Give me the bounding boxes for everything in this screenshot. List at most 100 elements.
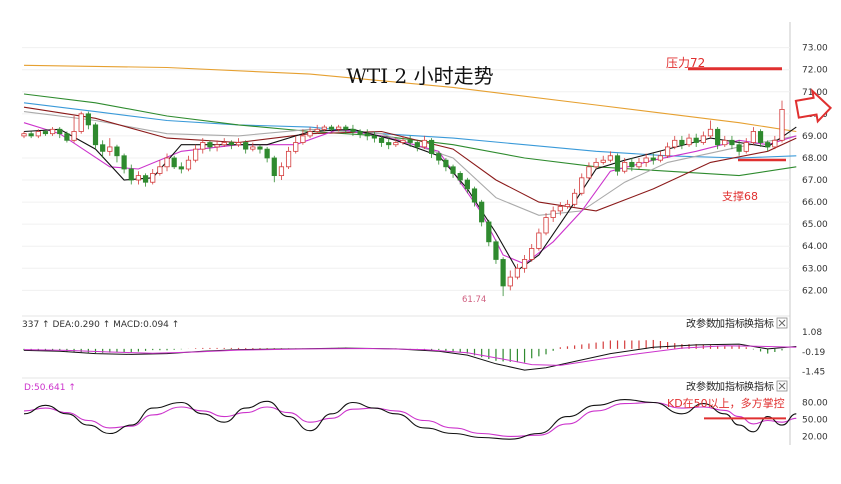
candle	[429, 138, 435, 158]
candle	[421, 135, 428, 150]
kd-y-tick-label: 50.00	[802, 415, 828, 425]
wti-chart: 73.0072.0071.0070.0069.0068.0067.0066.00…	[21, 22, 833, 445]
candle	[386, 138, 392, 150]
support-label: 支撑68	[722, 189, 758, 203]
candle	[521, 255, 528, 273]
candle	[178, 162, 184, 174]
candle	[564, 199, 571, 209]
candle	[28, 131, 34, 139]
candle	[214, 140, 220, 152]
candle	[293, 135, 299, 154]
candle	[436, 151, 442, 165]
candle	[21, 131, 27, 139]
candle	[700, 131, 706, 145]
y-tick-label: 65.00	[802, 220, 828, 230]
candle	[543, 213, 549, 236]
candle	[743, 138, 749, 154]
macd-histogram	[23, 339, 783, 363]
candle	[193, 144, 199, 163]
candle	[572, 188, 578, 207]
kd-y-tick-label: 80.00	[802, 398, 828, 408]
candle	[722, 135, 728, 147]
macd-y-tick-label: 1.08	[802, 328, 822, 338]
kd-annotation: KD在50以上，多方掌控	[667, 396, 785, 410]
ma-line-6	[23, 126, 797, 272]
candle	[157, 160, 163, 176]
candle	[779, 100, 785, 143]
macd-add-indicator-button[interactable]: 加指标	[715, 317, 745, 330]
y-tick-label: 72.00	[802, 66, 828, 76]
candle	[536, 228, 542, 251]
candle	[278, 162, 285, 181]
candle	[142, 173, 149, 187]
candle	[307, 127, 313, 139]
candle	[221, 138, 227, 147]
y-tick-label: 64.00	[802, 242, 828, 252]
macd-switch-indicator-button[interactable]: 换指标	[744, 317, 774, 330]
candle	[514, 263, 521, 280]
candle	[264, 146, 270, 163]
macd-y-axis: 1.08 -0.19 -1.45	[802, 328, 826, 378]
macd-close-icon[interactable]	[776, 317, 788, 329]
candle	[107, 138, 113, 156]
candle	[250, 142, 256, 152]
candle	[507, 270, 513, 291]
ma-line-2	[23, 93, 797, 177]
candle	[50, 127, 56, 136]
candle	[707, 120, 714, 139]
kd-switch-indicator-button[interactable]: 换指标	[744, 380, 774, 393]
candle	[92, 122, 99, 150]
candle	[493, 239, 499, 264]
macd-dea-line	[23, 345, 797, 366]
macd-y-tick-label: -0.19	[802, 348, 826, 358]
kd-y-tick-label: 20.00	[802, 432, 828, 442]
candle	[657, 151, 664, 163]
candle	[586, 162, 592, 181]
candle	[135, 171, 142, 185]
chart-title: WTI 2 小时走势	[346, 64, 493, 88]
candle	[679, 135, 685, 150]
candle	[364, 129, 370, 141]
candle	[285, 146, 292, 169]
y-tick-label: 67.00	[802, 176, 828, 186]
y-tick-label: 66.00	[802, 198, 828, 208]
candle	[614, 153, 621, 176]
candle	[414, 140, 420, 152]
candle	[579, 173, 585, 196]
candle	[443, 157, 449, 172]
kd-add-indicator-button[interactable]: 加指标	[715, 380, 745, 393]
candle	[78, 111, 84, 134]
macd-header: 337 ↑ DEA:0.290 ↑ MACD:0.094 ↑	[22, 320, 179, 330]
candle	[128, 164, 134, 185]
candle	[672, 135, 678, 150]
candle	[450, 164, 456, 178]
candle	[550, 206, 556, 222]
candle	[114, 144, 120, 163]
candle	[171, 155, 177, 169]
candle	[121, 153, 127, 174]
candle	[271, 155, 277, 183]
y-tick-label: 69.00	[802, 132, 828, 142]
candle	[486, 219, 492, 247]
candle	[150, 169, 156, 185]
candle	[64, 131, 70, 143]
ma-line-3	[23, 111, 797, 216]
candle	[57, 127, 63, 139]
y-tick-label: 63.00	[802, 264, 828, 274]
y-tick-label: 62.00	[802, 286, 828, 296]
macd-y-tick-label: -1.45	[802, 368, 825, 378]
candle	[479, 199, 485, 227]
ma-line-4	[23, 106, 797, 212]
kd-header: D:50.641 ↑	[24, 383, 76, 393]
candle	[471, 186, 478, 207]
candle	[750, 127, 756, 145]
moving-average-lines	[23, 64, 797, 272]
macd-edit-params-button[interactable]: 改参数	[686, 317, 716, 330]
candle	[772, 135, 778, 150]
y-tick-label: 73.00	[802, 44, 828, 54]
kd-close-icon[interactable]	[776, 380, 788, 392]
candle	[85, 111, 91, 130]
kd-edit-params-button[interactable]: 改参数	[686, 380, 716, 393]
candle	[207, 140, 213, 152]
candle	[729, 135, 735, 150]
